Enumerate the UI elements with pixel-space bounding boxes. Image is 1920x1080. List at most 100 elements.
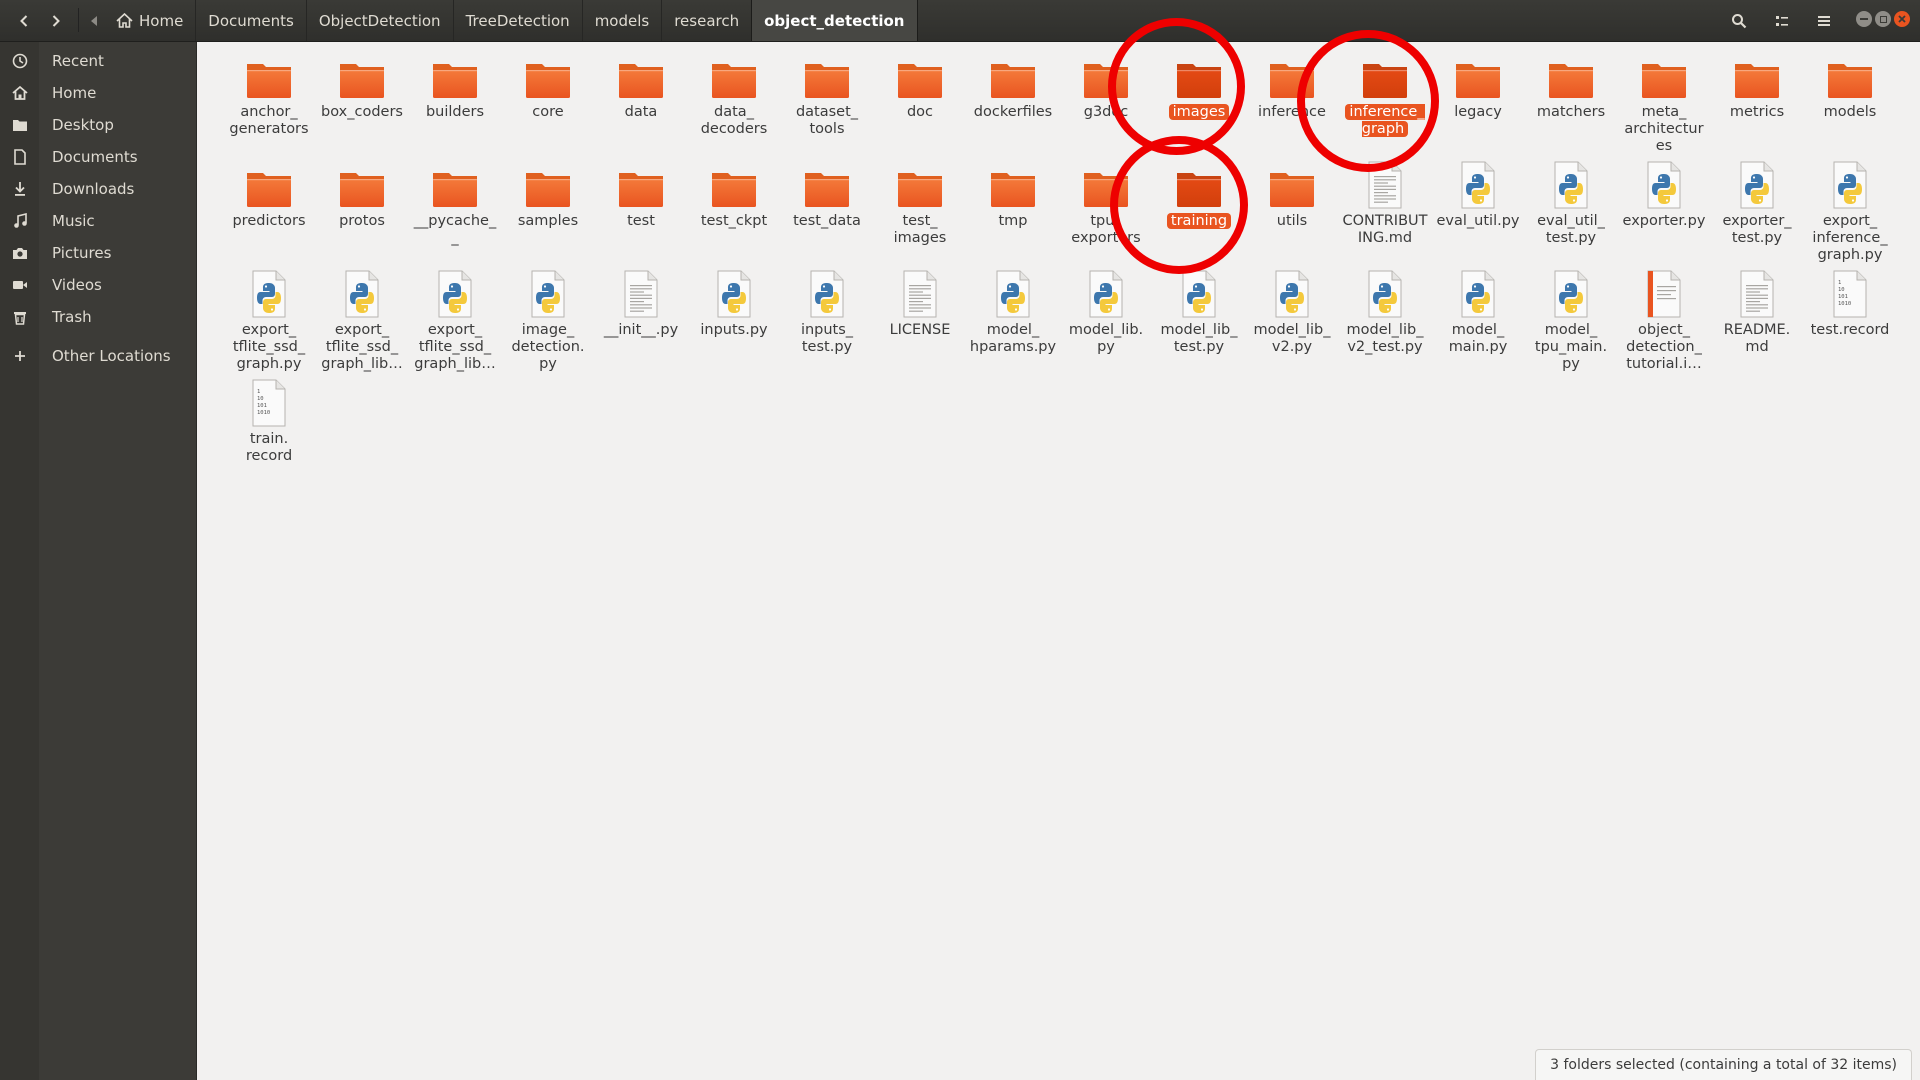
folder-item[interactable]: models	[1804, 50, 1896, 121]
file-item[interactable]: eval_util.py	[1432, 159, 1524, 230]
folder-item[interactable]: test	[595, 159, 687, 230]
file-item[interactable]: inputs_ test.py	[781, 268, 873, 356]
folder-item[interactable]: doc	[874, 50, 966, 121]
folder-item[interactable]: anchor_ generators	[223, 50, 315, 138]
sidebar-item-downloads[interactable]: Downloads	[0, 174, 196, 204]
file-item[interactable]: eval_util_ test.py	[1525, 159, 1617, 247]
folder-item[interactable]: legacy	[1432, 50, 1524, 121]
python-file-icon	[1275, 270, 1309, 318]
sidebar-item-desktop[interactable]: Desktop	[0, 110, 196, 140]
home-icon	[116, 13, 133, 28]
item-label: export_ tflite_ssd_ graph.py	[232, 322, 306, 372]
file-item[interactable]: model_ main.py	[1432, 268, 1524, 356]
folder-item[interactable]: test_data	[781, 159, 873, 230]
forward-button[interactable]	[40, 5, 71, 36]
file-item[interactable]: 1 10 101 1010 test.record	[1804, 268, 1896, 339]
item-icon: 1 10 101 1010	[1824, 268, 1876, 318]
file-item[interactable]: LICENSE	[874, 268, 966, 339]
folder-item[interactable]: dataset_ tools	[781, 50, 873, 138]
item-label: models	[1823, 104, 1877, 120]
file-item[interactable]: 1 10 101 1010 train. record	[223, 377, 315, 465]
file-item[interactable]: object_ detection_ tutorial.i…	[1618, 268, 1710, 373]
item-icon	[429, 50, 481, 100]
folder-item[interactable]: test_ckpt	[688, 159, 780, 230]
item-label: exporter.py	[1622, 213, 1706, 229]
close-button[interactable]	[1894, 11, 1910, 27]
file-item[interactable]: model_lib. py	[1060, 268, 1152, 356]
sidebar-item-other-locations[interactable]: Other Locations	[0, 341, 196, 371]
file-item[interactable]: CONTRIBUT ING.md	[1339, 159, 1431, 247]
file-item[interactable]: model_lib_ test.py	[1153, 268, 1245, 356]
sidebar-item-documents[interactable]: Documents	[0, 142, 196, 172]
item-label: test	[627, 213, 655, 229]
file-item[interactable]: export_ tflite_ssd_ graph_lib…	[316, 268, 408, 373]
folder-item[interactable]: meta_ architectur es	[1618, 50, 1710, 155]
item-label: CONTRIBUT ING.md	[1342, 213, 1428, 246]
item-icon	[987, 268, 1039, 318]
file-item[interactable]: exporter_ test.py	[1711, 159, 1803, 247]
maximize-button[interactable]	[1875, 11, 1891, 27]
file-view[interactable]: anchor_ generators box_coders builders core…	[197, 42, 1920, 1080]
search-button[interactable]	[1723, 5, 1754, 36]
item-icon	[1824, 50, 1876, 100]
sidebar-item-videos[interactable]: Videos	[0, 270, 196, 300]
item-icon	[708, 268, 760, 318]
file-item[interactable]: export_ inference_ graph.py	[1804, 159, 1896, 264]
item-label: protos	[339, 213, 385, 229]
back-button[interactable]	[8, 5, 39, 36]
crumb-home[interactable]: Home	[104, 0, 195, 41]
file-item[interactable]: README. md	[1711, 268, 1803, 356]
crumb-models[interactable]: models	[581, 0, 662, 41]
file-item[interactable]: inputs.py	[688, 268, 780, 339]
file-item[interactable]: __init__.py	[595, 268, 687, 339]
view-toggle-button[interactable]	[1766, 5, 1797, 36]
python-file-icon	[810, 270, 844, 318]
file-item[interactable]: exporter.py	[1618, 159, 1710, 230]
sidebar-item-recent[interactable]: Recent	[0, 46, 196, 76]
folder-item[interactable]: matchers	[1525, 50, 1617, 121]
folder-item[interactable]: protos	[316, 159, 408, 230]
file-item[interactable]: export_ tflite_ssd_ graph_lib…	[409, 268, 501, 373]
camera-icon	[13, 248, 27, 259]
item-label: LICENSE	[889, 322, 951, 338]
file-item[interactable]: export_ tflite_ssd_ graph.py	[223, 268, 315, 373]
folder-item[interactable]: box_coders	[316, 50, 408, 121]
file-item[interactable]: image_ detection. py	[502, 268, 594, 373]
sidebar-item-pictures[interactable]: Pictures	[0, 238, 196, 268]
sidebar-item-trash[interactable]: Trash	[0, 302, 196, 332]
folder-icon	[991, 173, 1035, 207]
folder-item[interactable]: builders	[409, 50, 501, 121]
nav-separator	[78, 8, 79, 32]
folder-item[interactable]: samples	[502, 159, 594, 230]
crumb-objectdetection[interactable]: ObjectDetection	[305, 0, 453, 41]
sidebar-item-home[interactable]: Home	[0, 78, 196, 108]
folder-item[interactable]: dockerfiles	[967, 50, 1059, 121]
file-item[interactable]: model_lib_ v2.py	[1246, 268, 1338, 356]
file-item[interactable]: model_ tpu_main. py	[1525, 268, 1617, 373]
crumb-documents[interactable]: Documents	[195, 0, 306, 41]
folder-item[interactable]: __pycache_ _	[409, 159, 501, 247]
folder-icon	[619, 64, 663, 98]
sidebar-item-label: Music	[52, 212, 95, 230]
minimize-button[interactable]	[1856, 11, 1872, 27]
crumb-treedetection[interactable]: TreeDetection	[452, 0, 582, 41]
folder-item[interactable]: test_ images	[874, 159, 966, 247]
file-item[interactable]: model_lib_ v2_test.py	[1339, 268, 1431, 356]
sidebar-item-music[interactable]: Music	[0, 206, 196, 236]
file-item[interactable]: model_ hparams.py	[967, 268, 1059, 356]
crumb-research[interactable]: research	[661, 0, 751, 41]
folder-item[interactable]: metrics	[1711, 50, 1803, 121]
folder-item[interactable]: core	[502, 50, 594, 121]
item-icon	[894, 268, 946, 318]
menu-button[interactable]	[1808, 5, 1839, 36]
crumb-object-detection[interactable]: object_detection	[751, 0, 918, 41]
breadcrumb-scroll-left[interactable]	[86, 0, 104, 41]
folder-item[interactable]: predictors	[223, 159, 315, 230]
folder-item[interactable]: data	[595, 50, 687, 121]
folder-item[interactable]: tmp	[967, 159, 1059, 230]
folder-item[interactable]: data_ decoders	[688, 50, 780, 138]
crumb-label: models	[594, 11, 650, 30]
folder-icon	[805, 64, 849, 98]
python-file-icon	[1089, 270, 1123, 318]
folder-item[interactable]: utils	[1246, 159, 1338, 230]
